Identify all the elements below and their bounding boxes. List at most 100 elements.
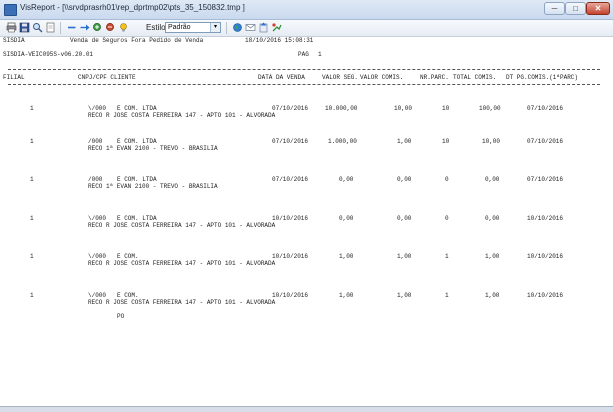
globe-icon[interactable] <box>232 22 243 33</box>
row-valor-comis: 0,00 <box>397 176 412 183</box>
row-endereco: RECO 1ª EVAN 2100 - TREVO - BRASILIA <box>88 183 218 190</box>
row-nr-parc: 1 <box>445 253 449 260</box>
row-data: 10/10/2016 <box>272 215 309 222</box>
row-cliente: E COM. <box>117 253 139 260</box>
page-label: PAG <box>298 51 309 58</box>
row-cliente: E COM. LTDA <box>117 138 157 145</box>
row-endereco: RECO R JOSE COSTA FERREIRA 147 - APTO 10… <box>88 112 276 119</box>
column-header-dt-pg: DT PG.COMIS.(1ªPARC) <box>506 74 579 81</box>
column-header-valor-comis: VALOR COMIS. <box>360 74 404 81</box>
row-nr-parc: 10 <box>442 105 450 112</box>
row-endereco: RECO R JOSE COSTA FERREIRA 147 - APTO 10… <box>88 260 276 267</box>
maximize-button[interactable]: □ <box>565 2 586 15</box>
page-setup-icon[interactable] <box>45 22 56 33</box>
row-cnpj: \/000 <box>88 292 107 299</box>
row-filial: 1 <box>30 253 34 260</box>
report-datetime: 18/10/2016 15:08:31 <box>245 37 314 44</box>
print-icon[interactable] <box>6 22 17 33</box>
row-cliente: E COM. <box>117 292 139 299</box>
row-total-comis: 1,00 <box>485 292 500 299</box>
row-total-comis: 1,00 <box>485 253 500 260</box>
row-data: 10/10/2016 <box>272 292 309 299</box>
chevron-down-icon[interactable]: ▾ <box>210 23 220 32</box>
toolbar: Estilo: Padrão ▾ <box>0 20 613 37</box>
row-dt-pg: 07/10/2016 <box>527 105 564 112</box>
header-divider <box>8 69 600 70</box>
row-valor-comis: 1,00 <box>397 253 412 260</box>
zoom-in-icon[interactable] <box>92 22 103 33</box>
report-title: Venda de Seguros Fora Pedido de Venda <box>70 37 204 44</box>
row-endereco: RECO R JOSE COSTA FERREIRA 147 - APTO 10… <box>88 222 276 229</box>
row-valor-seg: 1,00 <box>339 253 354 260</box>
row-dt-pg: 07/10/2016 <box>527 176 564 183</box>
row-valor-comis: 10,00 <box>394 105 413 112</box>
style-dropdown-value: Padrão <box>168 24 191 31</box>
row-total-comis: 0,00 <box>485 176 500 183</box>
title-bar: VisReport - [\\srvdprasrh01\rep_dprtmp02… <box>0 0 613 20</box>
row-valor-seg: 1,00 <box>339 292 354 299</box>
row-data: 07/10/2016 <box>272 138 309 145</box>
row-total-comis: 0,00 <box>485 215 500 222</box>
row-cnpj: \/000 <box>88 105 107 112</box>
row-valor-seg: 0,00 <box>339 176 354 183</box>
toolbar-divider <box>60 22 61 34</box>
row-dt-pg: 10/10/2016 <box>527 292 564 299</box>
row-filial: 1 <box>30 215 34 222</box>
row-total-comis: 100,00 <box>479 105 501 112</box>
row-nr-parc: 0 <box>445 176 449 183</box>
row-valor-seg: 1.000,00 <box>328 138 357 145</box>
next-page-icon[interactable] <box>79 22 90 33</box>
row-valor-seg: 0,00 <box>339 215 354 222</box>
export-icon[interactable] <box>258 22 269 33</box>
row-nr-parc: 1 <box>445 292 449 299</box>
row-cliente: E COM. LTDA <box>117 215 157 222</box>
row-cnpj: \/000 <box>88 253 107 260</box>
zoom-out-icon[interactable] <box>105 22 116 33</box>
column-header-data: DATA DA VENDA <box>258 74 305 81</box>
row-data: 07/10/2016 <box>272 105 309 112</box>
report-version: SISDIA-VEIC095S-v06.20.01 <box>3 51 94 58</box>
status-bar <box>0 406 613 412</box>
row-endereco: RECO R JOSE COSTA FERREIRA 147 - APTO 10… <box>88 299 276 306</box>
column-header-nr-parc: NR.PARC. <box>420 74 449 81</box>
row-cnpj: \/000 <box>88 215 107 222</box>
row-valor-comis: 1,00 <box>397 292 412 299</box>
row-filial: 1 <box>30 105 34 112</box>
column-header-valor-seg: VALOR SEG. <box>322 74 359 81</box>
row-valor-comis: 1,00 <box>397 138 412 145</box>
row-dt-pg: 10/10/2016 <box>527 215 564 222</box>
previous-page-icon[interactable] <box>66 22 77 33</box>
page-number: 1 <box>318 51 322 58</box>
lightbulb-icon[interactable] <box>118 22 129 33</box>
row-nr-parc: 0 <box>445 215 449 222</box>
close-button[interactable]: ✕ <box>586 2 610 15</box>
row-cnpj: /000 <box>88 138 103 145</box>
row-filial: 1 <box>30 176 34 183</box>
row-valor-comis: 0,00 <box>397 215 412 222</box>
settings-icon[interactable] <box>271 22 282 33</box>
find-icon[interactable] <box>32 22 43 33</box>
minimize-button[interactable]: ─ <box>544 2 565 15</box>
app-icon <box>4 4 17 16</box>
toolbar-divider <box>226 22 227 34</box>
row-filial: 1 <box>30 138 34 145</box>
row-extra: PO <box>117 313 125 320</box>
report-page: SISDIA Venda de Seguros Fora Pedido de V… <box>0 37 613 407</box>
row-cliente: E COM. LTDA <box>117 176 157 183</box>
columns-divider <box>8 84 600 85</box>
row-data: 10/10/2016 <box>272 253 309 260</box>
column-header-cliente: CNPJ/CPF CLIENTE <box>78 74 136 81</box>
report-system: SISDIA <box>3 37 25 44</box>
row-nr-parc: 10 <box>442 138 450 145</box>
row-valor-seg: 10.000,00 <box>325 105 358 112</box>
row-filial: 1 <box>30 292 34 299</box>
column-header-filial: FILIAL <box>3 74 25 81</box>
style-dropdown[interactable]: Padrão ▾ <box>165 22 221 33</box>
row-dt-pg: 10/10/2016 <box>527 253 564 260</box>
row-endereco: RECO 1ª EVAN 2100 - TREVO - BRASILIA <box>88 145 218 152</box>
email-icon[interactable] <box>245 22 256 33</box>
row-cnpj: /000 <box>88 176 103 183</box>
column-header-total-comis: TOTAL COMIS. <box>453 74 497 81</box>
save-icon[interactable] <box>19 22 30 33</box>
row-cliente: E COM. LTDA <box>117 105 157 112</box>
